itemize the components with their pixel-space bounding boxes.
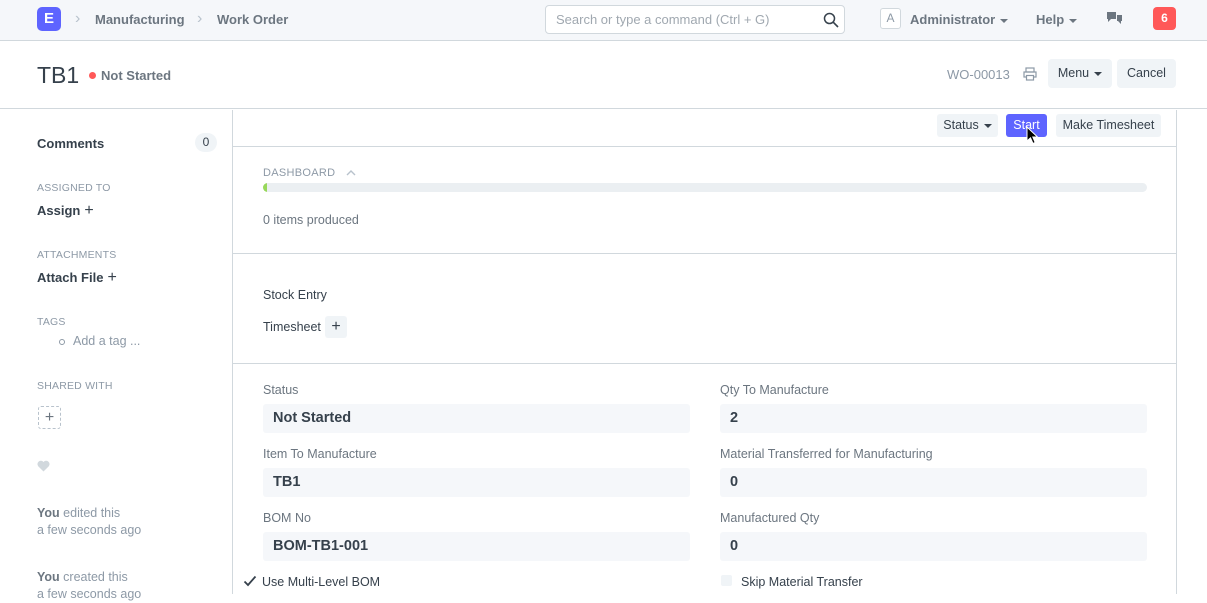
manufactured-qty-field[interactable]: 0 (720, 532, 1147, 561)
add-timesheet-button[interactable]: + (325, 316, 347, 338)
attachments-label: ATTACHMENTS (37, 249, 117, 261)
timeline-user: You (37, 506, 60, 520)
user-name: Administrator (910, 12, 996, 27)
timeline-time: a few seconds ago (37, 523, 142, 537)
skip-material-transfer-label[interactable]: Skip Material Transfer (741, 574, 863, 590)
breadcrumb-manufacturing[interactable]: Manufacturing (95, 12, 185, 28)
cancel-button[interactable]: Cancel (1117, 59, 1176, 88)
timeline-item: You edited this a few seconds ago (37, 505, 141, 539)
qty-to-manufacture-field[interactable]: 2 (720, 404, 1147, 433)
search-box (545, 5, 845, 34)
plus-icon: + (107, 269, 117, 286)
caret-down-icon (1094, 71, 1103, 76)
caret-down-icon (1069, 18, 1078, 23)
help-label: Help (1036, 12, 1065, 27)
search-icon[interactable] (823, 12, 839, 28)
make-timesheet-button[interactable]: Make Timesheet (1056, 114, 1161, 137)
page-header: TB1 Not Started WO-00013 Menu Cancel (0, 41, 1207, 109)
assign-button[interactable]: Assign + (37, 203, 94, 219)
assigned-to-label: ASSIGNED TO (37, 182, 111, 194)
plus-icon: + (84, 202, 94, 219)
item-to-manufacture-label: Item To Manufacture (263, 447, 377, 461)
status-field-label: Status (263, 383, 299, 397)
sidebar: Comments 0 ASSIGNED TO Assign + ATTACHMEN… (0, 110, 232, 601)
timeline-time: a few seconds ago (37, 587, 142, 601)
menu-button[interactable]: Menu (1048, 59, 1112, 88)
breadcrumb-work-order[interactable]: Work Order (217, 12, 288, 28)
chevron-right-icon: › (75, 10, 81, 27)
caret-down-icon (983, 123, 992, 128)
item-to-manufacture-field[interactable]: TB1 (263, 468, 690, 497)
divider (233, 146, 1176, 147)
form-main: Status Start Make Timesheet DASHBOARD 0 … (232, 110, 1177, 594)
plus-icon: + (331, 318, 341, 335)
timesheet-link[interactable]: Timesheet (263, 319, 321, 335)
checkmark-icon[interactable] (243, 575, 257, 587)
chat-icon[interactable] (1106, 11, 1123, 27)
page-title: TB1 (37, 62, 80, 88)
navbar: E › Manufacturing › Work Order A Adminis… (0, 0, 1207, 41)
status-field[interactable]: Not Started (263, 404, 690, 433)
assign-label: Assign (37, 203, 81, 218)
print-icon[interactable] (1023, 67, 1037, 81)
divider (233, 363, 1176, 364)
material-transferred-field[interactable]: 0 (720, 468, 1147, 497)
attach-file-label: Attach File (37, 270, 104, 285)
dashboard-label[interactable]: DASHBOARD (263, 167, 335, 179)
timeline-text: You created this (37, 569, 141, 586)
bom-no-label: BOM No (263, 511, 311, 525)
attach-file-button[interactable]: Attach File + (37, 270, 117, 286)
search-input[interactable] (546, 6, 816, 33)
material-transferred-label: Material Transferred for Manufacturing (720, 447, 933, 461)
menu-label: Menu (1057, 66, 1090, 80)
avatar[interactable]: A (880, 8, 901, 29)
timeline-action: created this (59, 570, 128, 584)
timeline-item: You created this a few seconds ago (37, 569, 141, 603)
help-menu[interactable]: Help (1036, 12, 1078, 28)
skip-material-transfer-checkbox[interactable] (721, 575, 732, 586)
timeline-user: You (37, 570, 60, 584)
timeline-text: You edited this (37, 505, 141, 522)
plus-icon: + (44, 409, 55, 426)
status-indicator: Not Started (101, 68, 172, 83)
qty-to-manufacture-label: Qty To Manufacture (720, 383, 829, 397)
manufactured-qty-label: Manufactured Qty (720, 511, 820, 525)
progress-bar (263, 183, 1147, 192)
document-name: WO-00013 (947, 67, 1010, 82)
tag-bullet (59, 339, 65, 345)
status-button-label: Status (943, 118, 979, 132)
heart-icon[interactable] (37, 460, 50, 472)
shared-with-label: SHARED WITH (37, 380, 113, 392)
tags-label: TAGS (37, 316, 66, 328)
status-button[interactable]: Status (937, 114, 998, 137)
bom-no-field[interactable]: BOM-TB1-001 (263, 532, 690, 561)
notification-badge[interactable]: 6 (1153, 7, 1176, 30)
app-logo[interactable]: E (37, 7, 61, 31)
caret-down-icon (1000, 18, 1009, 23)
mouse-cursor-icon (1026, 126, 1039, 145)
items-produced-text: 0 items produced (263, 213, 359, 227)
progress-fill (263, 183, 268, 192)
comments-count: 0 (195, 133, 217, 152)
user-menu[interactable]: Administrator (910, 12, 1009, 28)
status-indicator-dot (89, 72, 96, 79)
chevron-up-icon[interactable] (346, 169, 356, 176)
add-tag-link[interactable]: Add a tag ... (73, 334, 140, 349)
chevron-right-icon: › (197, 10, 203, 27)
comments-label[interactable]: Comments (37, 136, 104, 152)
add-share-button[interactable]: + (38, 406, 61, 429)
divider (233, 253, 1176, 254)
timeline-action: edited this (59, 506, 121, 520)
use-multi-level-bom-label[interactable]: Use Multi-Level BOM (262, 574, 380, 590)
stock-entry-link[interactable]: Stock Entry (263, 287, 327, 303)
